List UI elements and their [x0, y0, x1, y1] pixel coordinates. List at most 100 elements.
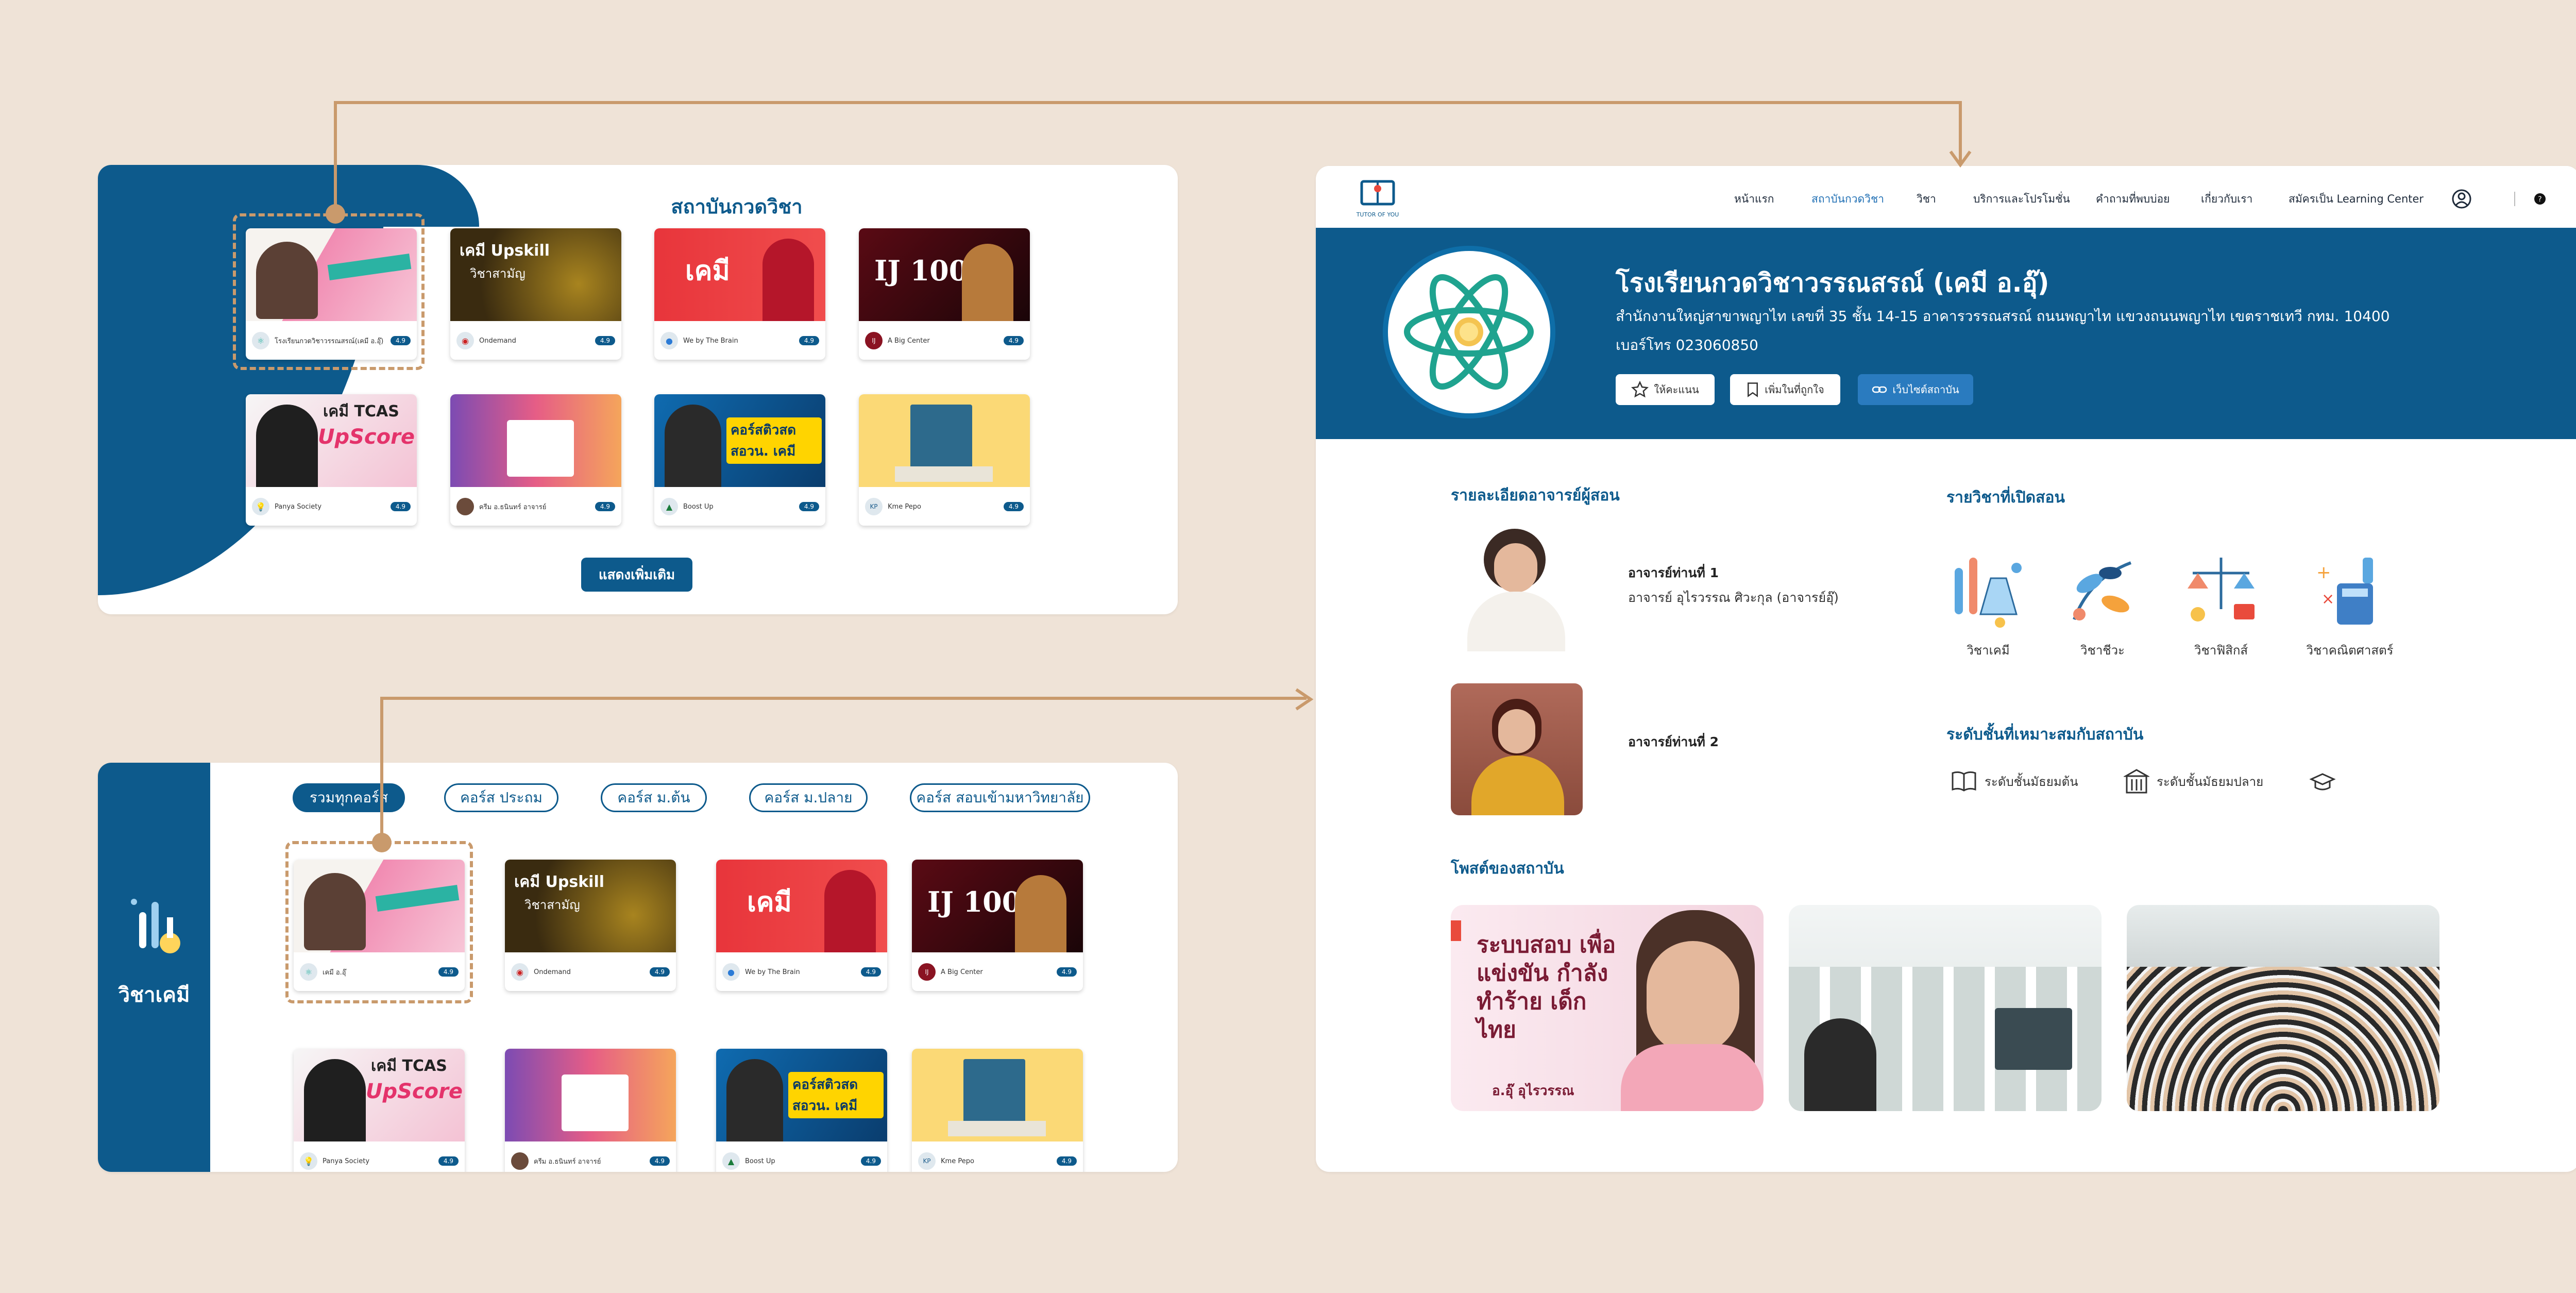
thumbnail-title: IJ 100 — [927, 885, 1022, 918]
tutor-of-you-logo[interactable]: TUTOR OF YOU — [1354, 177, 1401, 222]
institute-logo: IJ — [918, 963, 936, 981]
highlight-frame — [233, 213, 425, 370]
rating-badge: 4.9 — [595, 336, 615, 345]
institute-card[interactable]: คอร์สติวสด สอวน. เคมี ▲ Boost Up 4.9 — [654, 394, 825, 526]
institute-logo: ● — [722, 963, 740, 981]
institute-name: A Big Center — [941, 968, 983, 976]
card-thumbnail — [859, 394, 1030, 487]
institute-card[interactable]: เคมี Upskill วิชาสามัญ ◉ Ondemand 4.9 — [450, 228, 621, 360]
thumbnail-title: IJ 100 — [874, 254, 969, 287]
thumbnail-title: เคมี TCAS — [371, 1057, 447, 1075]
school-name: โรงเรียนกวดวิชาวรรณสรณ์ (เคมี อ.อุ๊) — [1616, 268, 2049, 298]
card-thumbnail: เคมี — [654, 228, 825, 321]
help-icon[interactable]: ? — [2534, 193, 2546, 205]
card-thumbnail: IJ 100 — [859, 228, 1030, 321]
course-card[interactable]: ครีม อ.ธนินทร์ อาจารย์ 4.9 — [505, 1049, 676, 1172]
subject-panel: วิชาเคมี รวมทุกคอร์ส คอร์ส ประถม คอร์ส ม… — [98, 763, 1178, 1172]
card-thumbnail: คอร์สติวสด สอวน. เคมี — [654, 394, 825, 487]
math-icon: + × — [2316, 558, 2373, 625]
institute-name: Boost Up — [745, 1157, 775, 1165]
star-icon — [1631, 381, 1649, 398]
website-button[interactable]: เว็บไซต์สถาบัน — [1858, 374, 1973, 405]
institute-name: We by The Brain — [745, 968, 800, 976]
tab-all-courses[interactable]: รวมทุกคอร์ส — [293, 783, 405, 812]
course-card[interactable]: เคมี ● We by The Brain 4.9 — [716, 860, 887, 991]
course-card[interactable]: คอร์สติวสด สอวน. เคมี ▲ Boost Up 4.9 — [716, 1049, 887, 1172]
school-building-icon — [2124, 769, 2149, 794]
institute-card[interactable]: เคมี TCAS UpScore 💡 Panya Society 4.9 — [246, 394, 417, 526]
course-card[interactable]: KP Kme Pepo 4.9 — [912, 1049, 1083, 1172]
teacher-photo — [665, 405, 721, 487]
rating-badge: 4.9 — [438, 1156, 459, 1166]
institute-detail-panel: TUTOR OF YOU หน้าแรก สถาบันกวดวิชา วิชา … — [1316, 166, 2576, 1172]
institute-card[interactable]: ครีม อ.ธนินทร์ อาจารย์ 4.9 — [450, 394, 621, 526]
institute-card[interactable]: IJ 100 IJ A Big Center 4.9 — [859, 228, 1030, 360]
nav-institutes[interactable]: สถาบันกวดวิชา — [1811, 191, 1884, 208]
whiteboard-graphic — [507, 420, 574, 477]
tab-lower-secondary[interactable]: คอร์ส ม.ต้น — [601, 783, 707, 812]
nav-about[interactable]: เกี่ยวกับเรา — [2201, 191, 2252, 208]
bookmark-button[interactable]: เพิ่มในที่ถูกใจ — [1730, 374, 1840, 405]
course-card[interactable]: IJ 100 IJ A Big Center 4.9 — [912, 860, 1083, 991]
bookmark-label: เพิ่มในที่ถูกใจ — [1765, 383, 1824, 396]
thumbnail-subtitle: UpScore — [318, 425, 415, 449]
rating-badge: 4.9 — [390, 502, 411, 511]
nav-faq[interactable]: คำถามที่พบบ่อย — [2096, 191, 2170, 208]
subject-biology[interactable]: วิชาชีวะ — [2054, 547, 2151, 660]
card-thumbnail — [912, 1049, 1083, 1141]
course-card[interactable]: เคมี Upskill วิชาสามัญ ◉ Ondemand 4.9 — [505, 860, 676, 991]
institute-name: Ondemand — [534, 968, 571, 976]
institute-logo: KP — [918, 1152, 936, 1170]
tab-primary[interactable]: คอร์ส ประถม — [444, 783, 558, 812]
post-card[interactable] — [2127, 905, 2439, 1111]
thumbnail-title: เคมี Upskill — [460, 242, 550, 260]
card-thumbnail — [450, 394, 621, 487]
connector-dot — [372, 833, 392, 852]
institute-name: Ondemand — [479, 337, 516, 345]
posts-title: โพสต์ของสถาบัน — [1451, 860, 1564, 878]
post-card[interactable] — [1789, 905, 2102, 1111]
institutes-panel: สถาบันกวดวิชา ⚛ โรงเรียนกวดวิชาวรรณสรณ์(เ… — [98, 165, 1178, 614]
post-headline: ระบบสอบ เพื่อแข่งขัน กำลังทำร้าย เด็กไทย — [1477, 932, 1616, 1043]
thumbnail-subtitle: วิชาสามัญ — [524, 898, 580, 912]
teacher-face — [1647, 941, 1739, 1054]
nav-home[interactable]: หน้าแรก — [1734, 191, 1774, 208]
svg-text:×: × — [2321, 590, 2334, 608]
subject-physics[interactable]: วิชาฟิสิกส์ — [2172, 547, 2270, 660]
institute-name: ครีม อ.ธนินทร์ อาจารย์ — [534, 1157, 601, 1166]
nav-subjects[interactable]: วิชา — [1917, 191, 1936, 208]
institute-name: Panya Society — [323, 1157, 370, 1165]
nav-services[interactable]: บริการและโปรโมชั่น — [1973, 191, 2070, 208]
subject-label: วิชาเคมี — [1967, 643, 2010, 658]
subjects-title: รายวิชาที่เปิดสอน — [1946, 489, 2065, 507]
teacher-2-photo — [1451, 683, 1583, 815]
nav-register-center[interactable]: สมัครเป็น Learning Center — [2289, 191, 2424, 208]
level-upper-secondary: ระดับชั้นมัธยมปลาย — [2124, 768, 2263, 795]
subject-sidebar: วิชาเคมี — [98, 763, 210, 1172]
website-label: เว็บไซต์สถาบัน — [1892, 383, 1959, 396]
svg-text:TUTOR OF YOU: TUTOR OF YOU — [1356, 211, 1399, 218]
rating-badge: 4.9 — [1056, 967, 1077, 977]
tab-upper-secondary[interactable]: คอร์ส ม.ปลาย — [749, 783, 868, 812]
subject-chemistry[interactable]: วิชาเคมี — [1939, 547, 2037, 660]
post-card[interactable]: ระบบสอบ เพื่อแข่งขัน กำลังทำร้าย เด็กไทย… — [1451, 905, 1764, 1111]
thumbnail-title: เคมี Upskill — [514, 873, 605, 891]
user-icon[interactable] — [2451, 189, 2472, 209]
bookmark-icon — [1748, 382, 1758, 397]
institute-name: Panya Society — [275, 502, 322, 511]
institute-card[interactable]: KP Kme Pepo 4.9 — [859, 394, 1030, 526]
review-button[interactable]: ให้คะแนน — [1616, 374, 1715, 405]
post-caption: อ.อุ๊ อุไรวรรณ — [1492, 1083, 1574, 1099]
rating-badge: 4.9 — [1003, 502, 1024, 511]
tab-university-entrance[interactable]: คอร์ส สอบเข้ามหาวิทยาลัย — [910, 783, 1090, 812]
teacher-photo — [962, 244, 1013, 321]
top-nav: TUTOR OF YOU หน้าแรก สถาบันกวดวิชา วิชา … — [1316, 166, 2576, 228]
institute-card[interactable]: เคมี ● We by The Brain 4.9 — [654, 228, 825, 360]
show-more-button[interactable]: แสดงเพิ่มเติม — [581, 558, 692, 592]
course-card[interactable]: เคมี TCAS UpScore 💡 Panya Society 4.9 — [294, 1049, 465, 1172]
teacher-clothes — [1621, 1044, 1764, 1111]
subject-math[interactable]: + × วิชาคณิตศาสตร์ — [2301, 547, 2399, 660]
thumbnail-title: เคมี — [685, 256, 730, 287]
rating-badge: 4.9 — [649, 1156, 670, 1166]
biology-icon — [2073, 561, 2132, 620]
